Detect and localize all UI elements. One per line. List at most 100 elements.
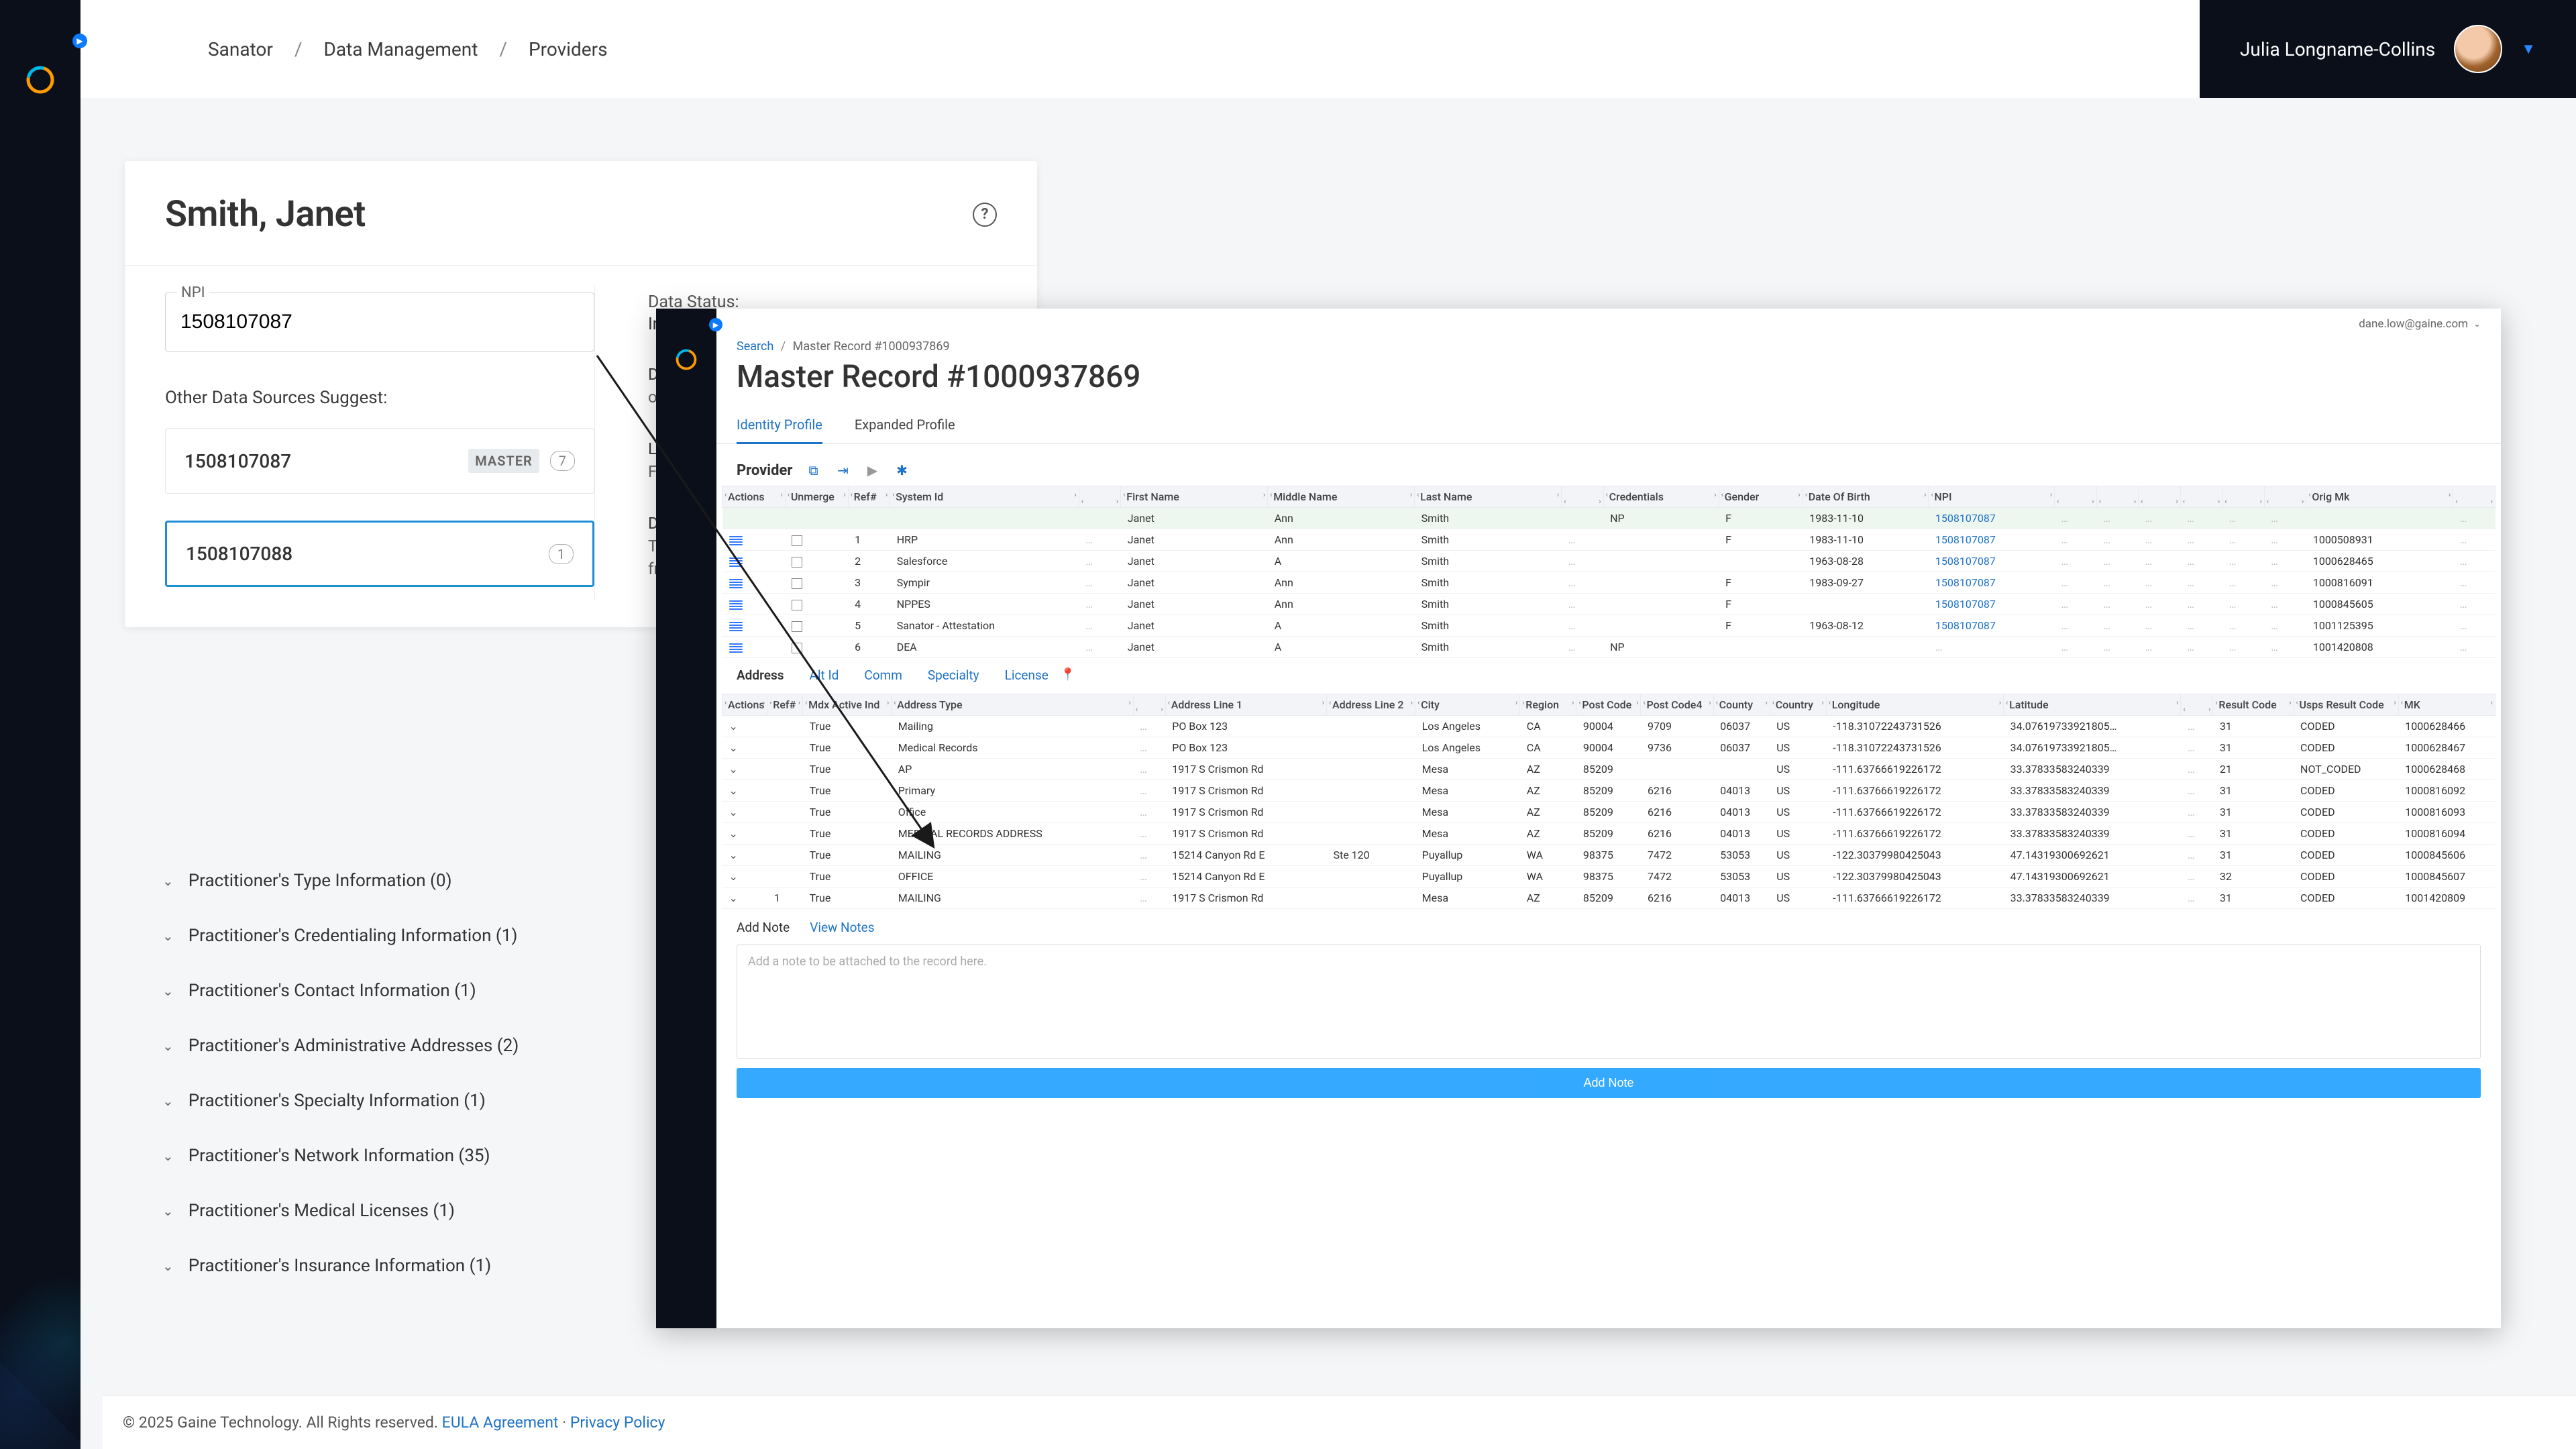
help-icon[interactable]: ? [973,203,997,227]
subtab-license[interactable]: License [1005,667,1049,687]
column-header[interactable]: ‹› [1562,486,1604,508]
column-header[interactable]: ‹Longitude› [1826,694,2003,716]
expand-icon[interactable]: ⌄ [729,827,738,840]
table-row[interactable]: ⌄TrueMedical Records…PO Box 123Los Angel… [722,737,2496,759]
column-header[interactable]: ‹Post Code4› [1641,694,1713,716]
privacy-link[interactable]: Privacy Policy [570,1413,665,1432]
column-header[interactable]: ‹NPI› [1929,486,2055,508]
column-header[interactable]: ‹› [1079,486,1121,508]
column-header[interactable]: ‹City› [1415,694,1520,716]
breadcrumb-item[interactable]: Providers [529,38,608,60]
column-header[interactable]: ‹Address Line 2› [1326,694,1415,716]
column-header[interactable]: ‹Mdx Active Ind› [803,694,892,716]
gear-icon[interactable]: ✱ [893,462,910,479]
checkbox[interactable] [792,557,802,568]
expand-icon[interactable]: ⌄ [729,870,738,883]
checkbox[interactable] [792,578,802,589]
column-header[interactable]: ‹› [2453,486,2496,508]
breadcrumb-search[interactable]: Search [737,339,773,354]
add-note-button[interactable]: Add Note [737,1068,2481,1098]
table-row[interactable]: ⌄TrueOFFICE…15214 Canyon Rd EPuyallupWA9… [722,866,2496,888]
table-row[interactable]: ⌄1TrueMAILING…1917 S Crismon RdMesaAZ852… [722,888,2496,909]
npi-input[interactable] [165,292,594,352]
column-header[interactable]: ‹› [2180,486,2222,508]
table-row[interactable]: ⌄TrueOffice…1917 S Crismon RdMesaAZ85209… [722,802,2496,823]
pin-icon[interactable]: 📍 [1061,667,1075,687]
tab-expanded-profile[interactable]: Expanded Profile [855,410,955,443]
user-menu[interactable]: Julia Longname-Collins ▼ [2200,0,2576,98]
column-header[interactable]: ‹Ref#› [767,694,803,716]
column-header[interactable]: ‹Actions› [722,486,786,508]
eula-link[interactable]: EULA Agreement [442,1413,559,1432]
checkbox[interactable] [792,535,802,546]
column-header[interactable]: ‹Credentials› [1603,486,1719,508]
column-header[interactable]: ‹Result Code› [2213,694,2294,716]
table-row[interactable]: ⌄TrueMAILING…15214 Canyon Rd ESte 120Puy… [722,845,2496,866]
column-header[interactable]: ‹› [2264,486,2306,508]
column-header[interactable]: ‹MK› [2398,694,2495,716]
column-header[interactable]: ‹Usps Result Code› [2294,694,2398,716]
expand-icon[interactable]: ⌄ [729,784,738,797]
play-icon[interactable]: ▶ [863,462,881,479]
column-header[interactable]: ‹› [1133,694,1165,716]
expand-icon[interactable]: ⌄ [729,763,738,775]
column-header[interactable]: ‹Latitude› [2004,694,2181,716]
subtab-address[interactable]: Address [737,667,784,687]
row-menu-icon[interactable] [729,622,743,631]
column-header[interactable]: ‹Post Code› [1576,694,1641,716]
view-notes-link[interactable]: View Notes [810,920,874,935]
column-header[interactable]: ‹Ref#› [848,486,890,508]
expand-icon[interactable]: ⌄ [729,849,738,861]
table-row[interactable]: 4NPPES…JanetAnnSmith…F1508107087………………10… [722,594,2496,615]
table-row[interactable]: 3Sympir…JanetAnnSmith…F1983-09-271508107… [722,572,2496,594]
column-header[interactable]: ‹› [2139,486,2181,508]
checkbox[interactable] [792,621,802,632]
column-header[interactable]: ‹Address Line 1› [1165,694,1326,716]
expand-icon[interactable]: ⌄ [729,806,738,818]
note-textarea[interactable]: Add a note to be attached to the record … [737,945,2481,1059]
row-menu-icon[interactable] [729,643,743,653]
column-header[interactable]: ‹First Name› [1121,486,1268,508]
column-header[interactable]: ‹Unmerge› [785,486,848,508]
column-header[interactable]: ‹› [2222,486,2265,508]
expand-icon[interactable]: ⌄ [729,720,738,733]
table-row[interactable]: 5Sanator - Attestation…JanetASmith…F1963… [722,615,2496,637]
table-row[interactable]: 1HRP…JanetAnnSmith…F1983-11-101508107087… [722,529,2496,551]
tab-identity-profile[interactable]: Identity Profile [737,410,822,444]
column-header[interactable]: ‹Country› [1770,694,1826,716]
column-header[interactable]: ‹› [2055,486,2097,508]
column-header[interactable]: ‹Middle Name› [1268,486,1415,508]
column-header[interactable]: ‹Gender› [1719,486,1803,508]
expand-icon[interactable]: ⌄ [729,741,738,754]
column-header[interactable]: ‹County› [1713,694,1770,716]
subtab-altid[interactable]: Alt Id [810,667,839,687]
column-header[interactable]: ‹› [2181,694,2213,716]
sidebar-expand-toggle[interactable]: ▶ [72,34,87,48]
table-row[interactable]: ⌄TrueMailing…PO Box 123Los AngelesCA9000… [722,716,2496,737]
table-row[interactable]: ⌄TrueMEDICAL RECORDS ADDRESS…1917 S Cris… [722,823,2496,845]
filter-icon[interactable]: ⧉ [804,462,822,479]
breadcrumb-item[interactable]: Data Management [323,38,478,60]
row-menu-icon[interactable] [729,600,743,610]
breadcrumb-item[interactable]: Sanator [208,38,273,60]
table-row[interactable]: 6DEA…JanetASmith…NP…………………1001420808… [722,637,2496,658]
subtab-comm[interactable]: Comm [864,667,902,687]
merge-icon[interactable]: ⇥ [834,462,851,479]
detail-sidebar-toggle[interactable]: ▶ [709,318,722,331]
row-menu-icon[interactable] [729,536,743,545]
column-header[interactable]: ‹Address Type› [892,694,1133,716]
detail-user-menu[interactable]: dane.low@gaine.com⌄ [716,309,2501,339]
column-header[interactable]: ‹Last Name› [1415,486,1562,508]
row-menu-icon[interactable] [729,557,743,567]
table-row[interactable]: 2Salesforce…JanetASmith…1963-08-28150810… [722,551,2496,572]
row-menu-icon[interactable] [729,579,743,588]
column-header[interactable]: ‹› [2096,486,2139,508]
checkbox[interactable] [792,643,802,653]
npi-suggestion[interactable]: 1508107088 1 [165,521,594,587]
column-header[interactable]: ‹Region› [1520,694,1576,716]
column-header[interactable]: ‹Date Of Birth› [1803,486,1929,508]
column-header[interactable]: ‹Actions› [722,694,767,716]
subtab-specialty[interactable]: Specialty [928,667,979,687]
table-row[interactable]: ⌄TrueAP…1917 S Crismon RdMesaAZ85209US-1… [722,759,2496,780]
checkbox[interactable] [792,600,802,610]
